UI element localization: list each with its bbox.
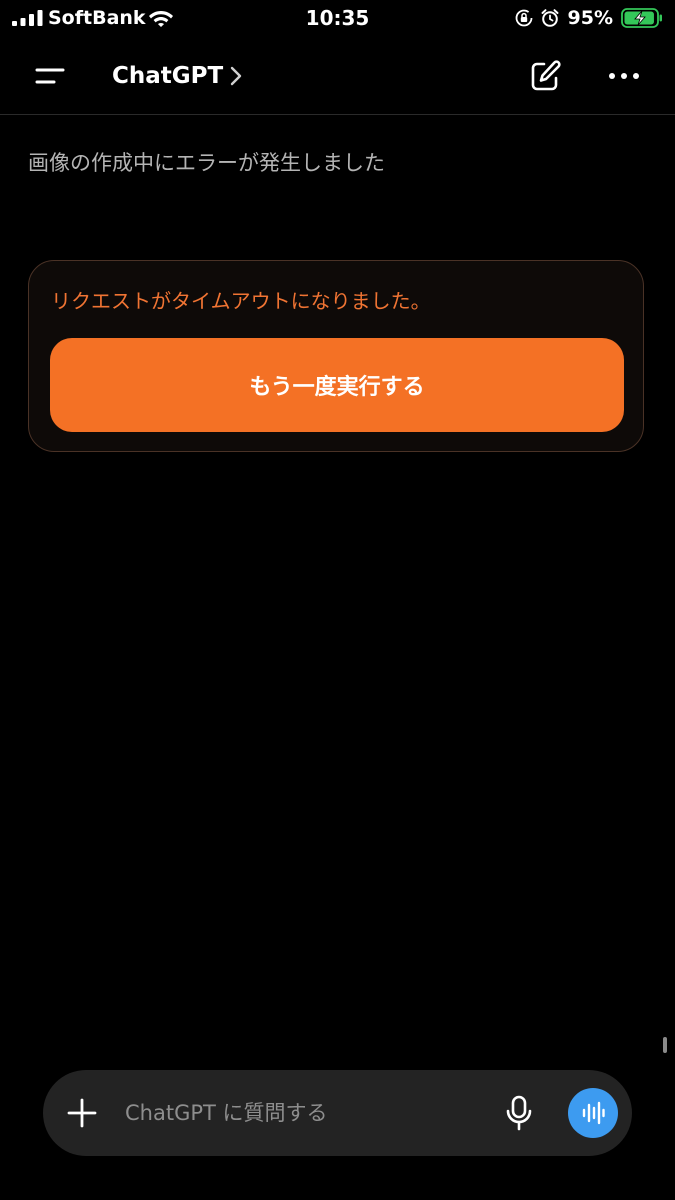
more-icon[interactable]: [606, 64, 642, 88]
retry-button[interactable]: もう一度実行する: [50, 338, 624, 432]
plus-icon[interactable]: [65, 1096, 99, 1130]
error-card: リクエストがタイムアウトになりました。 もう一度実行する: [28, 260, 644, 452]
scroll-indicator[interactable]: [663, 1037, 667, 1053]
model-selector[interactable]: ChatGPT: [112, 60, 243, 92]
rotation-lock-icon: [515, 9, 532, 27]
nav-bar: ChatGPT: [0, 38, 675, 115]
voice-wave-icon: [582, 1101, 605, 1125]
voice-mode-button[interactable]: [568, 1088, 618, 1138]
error-message: 画像の作成中にエラーが発生しました: [28, 151, 385, 175]
alarm-icon: [541, 9, 559, 27]
battery-percent: 95%: [567, 7, 613, 29]
compose-icon[interactable]: [528, 58, 562, 94]
battery-charging-icon: [621, 8, 662, 28]
prompt-input[interactable]: [125, 1092, 485, 1134]
status-right-group: 95%: [514, 6, 663, 30]
nav-title: ChatGPT: [112, 63, 224, 89]
chevron-right-icon: [231, 66, 242, 86]
composer-bar: [43, 1070, 632, 1156]
menu-icon[interactable]: [28, 60, 72, 92]
microphone-icon[interactable]: [504, 1094, 534, 1132]
status-bar: SoftBank 10:35 95%: [0, 0, 675, 38]
timeout-message: リクエストがタイムアウトになりました。: [51, 289, 431, 313]
